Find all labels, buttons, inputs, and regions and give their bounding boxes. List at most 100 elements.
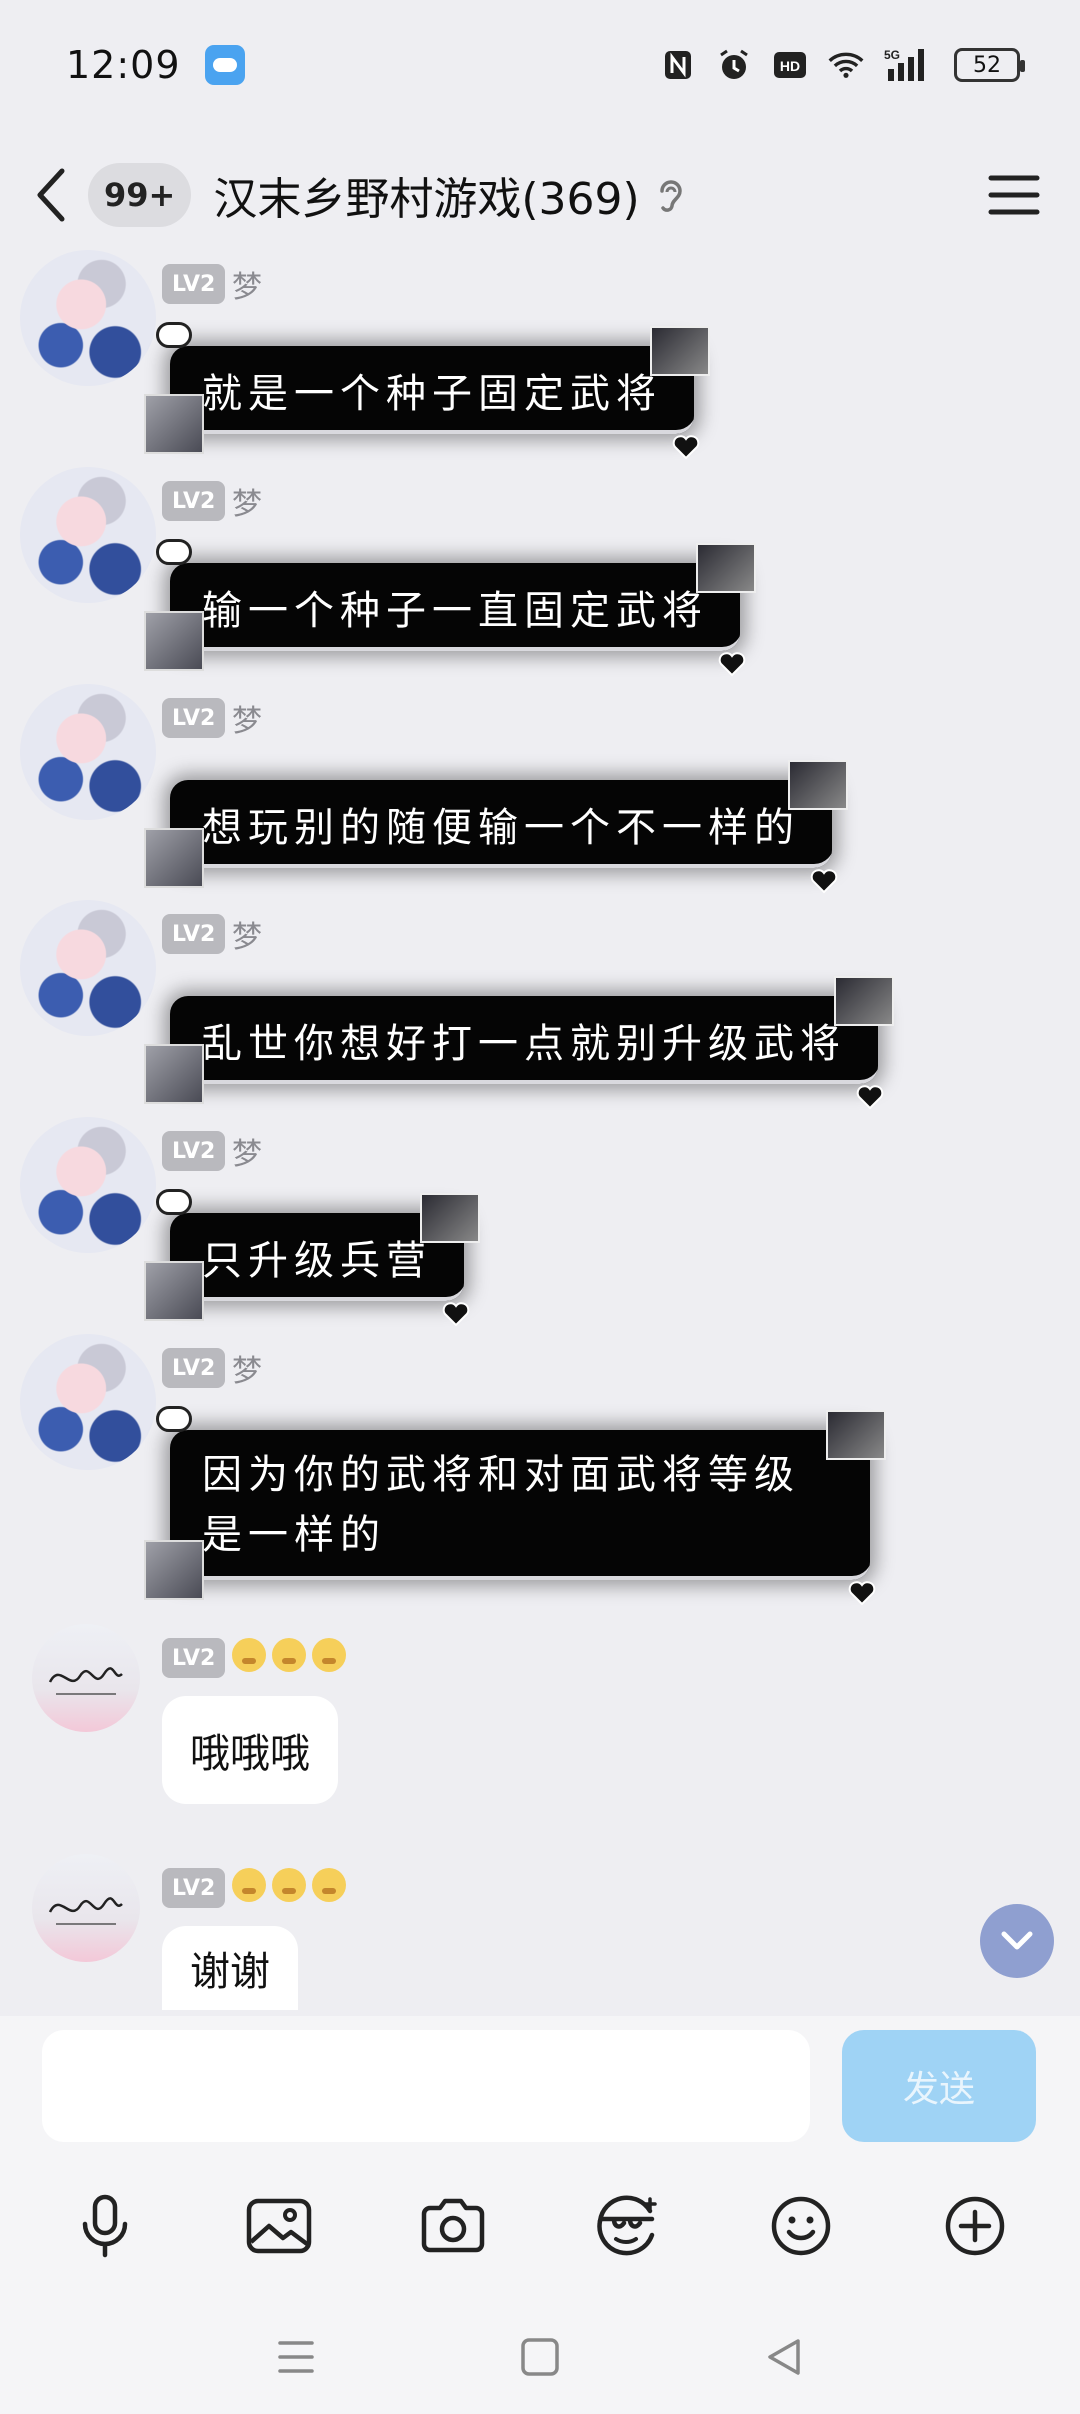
recent-apps-icon[interactable] bbox=[274, 2335, 318, 2379]
composer-toolbar bbox=[0, 2176, 1080, 2276]
message-bubble[interactable]: 因为你的武将和对面武将等级是一样的 bbox=[144, 1406, 886, 1606]
avatar[interactable] bbox=[20, 250, 156, 386]
level-badge: LV2 bbox=[162, 1638, 226, 1678]
avatar[interactable] bbox=[32, 1854, 140, 1962]
message-text: 因为你的武将和对面武将等级是一样的 bbox=[202, 1452, 800, 1558]
bubble-decoration bbox=[420, 1193, 480, 1243]
bubble-decoration bbox=[788, 760, 848, 810]
shush-emoji-icon bbox=[232, 1638, 266, 1672]
camera-icon[interactable] bbox=[417, 2190, 489, 2262]
scroll-to-bottom-button[interactable] bbox=[980, 1904, 1054, 1978]
svg-text:HD: HD bbox=[780, 58, 800, 74]
image-icon[interactable] bbox=[243, 2190, 315, 2262]
bubble-decoration bbox=[144, 1044, 204, 1104]
home-icon[interactable] bbox=[518, 2335, 562, 2379]
message-bubble[interactable]: 只升级兵营 bbox=[144, 1189, 480, 1327]
message-text: 输一个种子一直固定武将 bbox=[202, 588, 708, 634]
battery-indicator: 52 bbox=[954, 48, 1025, 82]
message-bubble[interactable]: 哦哦哦 bbox=[162, 1696, 338, 1804]
nickname: 梦 bbox=[232, 1137, 262, 1172]
level-badge: LV2 bbox=[162, 264, 226, 304]
svg-text:5G: 5G bbox=[884, 48, 900, 62]
ear-icon bbox=[654, 175, 686, 215]
signal-icon: 5G bbox=[884, 47, 934, 83]
menu-icon[interactable] bbox=[988, 173, 1040, 217]
message-bubble[interactable]: 就是一个种子固定武将 bbox=[144, 322, 710, 460]
wifi-icon bbox=[828, 47, 864, 83]
level-badge: LV2 bbox=[162, 914, 226, 954]
status-icons: HD 5G 52 bbox=[660, 47, 1025, 83]
avatar[interactable] bbox=[20, 1117, 156, 1253]
mic-icon[interactable] bbox=[69, 2190, 141, 2262]
shush-emoji-icon bbox=[312, 1868, 346, 1902]
shush-emoji-icon bbox=[272, 1868, 306, 1902]
shush-emoji-icon bbox=[232, 1868, 266, 1902]
system-nav-bar bbox=[0, 2300, 1080, 2414]
bubble-decoration bbox=[144, 828, 204, 888]
heart-icon bbox=[718, 652, 746, 677]
back-icon[interactable] bbox=[36, 165, 76, 225]
level-badge: LV2 bbox=[162, 481, 226, 521]
heart-icon bbox=[672, 435, 700, 460]
message-text: 只升级兵营 bbox=[202, 1238, 432, 1284]
message-bubble[interactable]: 想玩别的随便输一个不一样的 bbox=[144, 760, 848, 894]
bubble-decoration bbox=[144, 611, 204, 671]
chevron-down-icon bbox=[1001, 1931, 1033, 1950]
status-time: 12:09 bbox=[66, 43, 181, 87]
bubble-decoration bbox=[696, 543, 756, 593]
level-badge: LV2 bbox=[162, 1348, 226, 1388]
bubble-decoration bbox=[144, 1540, 204, 1600]
back-nav-icon[interactable] bbox=[762, 2335, 806, 2379]
nickname: 梦 bbox=[232, 704, 262, 739]
heart-icon bbox=[810, 869, 838, 894]
message-bubble[interactable]: 乱世你想好打一点就别升级武将 bbox=[144, 976, 894, 1110]
nickname: 梦 bbox=[232, 270, 262, 305]
send-button[interactable]: 发送 bbox=[842, 2030, 1036, 2142]
emoji-icon[interactable] bbox=[765, 2190, 837, 2262]
message-text: 谢谢 bbox=[190, 1949, 270, 1995]
heart-icon bbox=[156, 1189, 192, 1215]
heart-icon bbox=[156, 539, 192, 565]
nickname-emojis bbox=[232, 1868, 346, 1902]
heart-icon bbox=[156, 1406, 192, 1432]
bubble-decoration bbox=[826, 1410, 886, 1460]
chat-header: 99+ 汉末乡野村游戏(369) bbox=[0, 130, 1080, 260]
level-badge: LV2 bbox=[162, 1868, 226, 1908]
heart-icon bbox=[856, 1085, 884, 1110]
heart-icon bbox=[442, 1302, 470, 1327]
message-text: 就是一个种子固定武将 bbox=[202, 371, 662, 417]
shush-emoji-icon bbox=[312, 1638, 346, 1672]
bubble-decoration bbox=[650, 326, 710, 376]
chat-title[interactable]: 汉末乡野村游戏(369) bbox=[213, 163, 639, 227]
level-badge: LV2 bbox=[162, 698, 226, 738]
hd-icon: HD bbox=[772, 47, 808, 83]
sticker-face-icon[interactable] bbox=[591, 2190, 663, 2262]
avatar[interactable] bbox=[20, 1334, 156, 1470]
avatar[interactable] bbox=[20, 900, 156, 1036]
plus-icon[interactable] bbox=[939, 2190, 1011, 2262]
nickname-emojis bbox=[232, 1638, 346, 1672]
bubble-decoration bbox=[144, 1261, 204, 1321]
nfc-icon bbox=[660, 47, 696, 83]
bubble-decoration bbox=[834, 976, 894, 1026]
heart-icon bbox=[156, 322, 192, 348]
message-input[interactable] bbox=[42, 2030, 810, 2142]
nickname: 梦 bbox=[232, 487, 262, 522]
weather-icon bbox=[204, 45, 245, 85]
nickname: 梦 bbox=[232, 920, 262, 955]
message-bubble[interactable]: 输一个种子一直固定武将 bbox=[144, 539, 756, 677]
nickname: 梦 bbox=[232, 1354, 262, 1389]
level-badge: LV2 bbox=[162, 1131, 226, 1171]
message-text: 哦哦哦 bbox=[190, 1731, 310, 1777]
unread-badge[interactable]: 99+ bbox=[88, 163, 192, 227]
bubble-decoration bbox=[144, 394, 204, 454]
avatar[interactable] bbox=[20, 684, 156, 820]
message-text: 想玩别的随便输一个不一样的 bbox=[202, 805, 800, 851]
message-text: 乱世你想好打一点就别升级武将 bbox=[202, 1021, 846, 1067]
heart-icon bbox=[848, 1581, 876, 1606]
status-bar: 12:09 HD 5G 52 bbox=[0, 0, 1080, 130]
avatar[interactable] bbox=[32, 1624, 140, 1732]
message-bubble[interactable]: 谢谢 bbox=[162, 1926, 298, 2010]
avatar[interactable] bbox=[20, 467, 156, 603]
alarm-icon bbox=[716, 47, 752, 83]
